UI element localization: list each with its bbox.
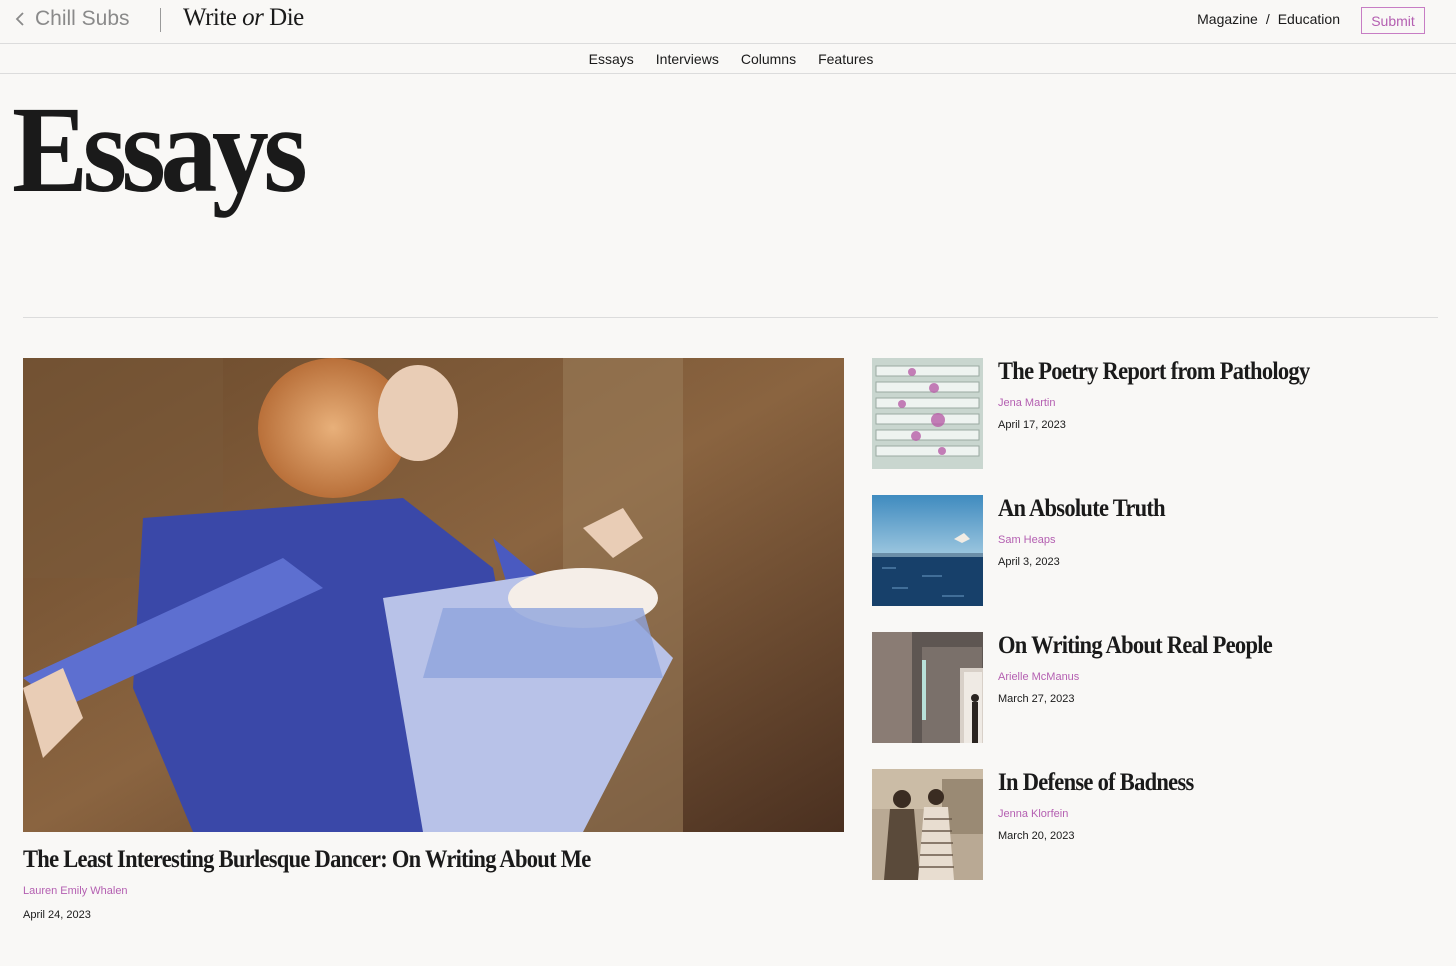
back-link[interactable]: Chill Subs xyxy=(14,5,130,33)
section-tab-columns[interactable]: Columns xyxy=(741,51,796,67)
article-title[interactable]: The Poetry Report from Pathology xyxy=(998,358,1310,386)
article-author[interactable]: Sam Heaps xyxy=(998,534,1184,546)
article-author[interactable]: Arielle McManus xyxy=(998,671,1302,683)
article-title[interactable]: An Absolute Truth xyxy=(998,495,1166,523)
nav-education[interactable]: Education xyxy=(1278,11,1340,27)
article-text: In Defense of Badness Jenna Klorfein Mar… xyxy=(998,769,1215,842)
article-text: On Writing About Real People Arielle McM… xyxy=(998,632,1302,705)
article-title[interactable]: In Defense of Badness xyxy=(998,769,1194,797)
article-author[interactable]: Jenna Klorfein xyxy=(998,808,1215,820)
featured-image[interactable] xyxy=(23,358,844,832)
list-item: On Writing About Real People Arielle McM… xyxy=(872,632,1432,743)
nav-separator: / xyxy=(1265,11,1270,27)
article-date: April 17, 2023 xyxy=(998,419,1066,431)
article-thumbnail[interactable] xyxy=(872,358,983,469)
nav-magazine[interactable]: Magazine xyxy=(1197,11,1258,27)
list-item: An Absolute Truth Sam Heaps April 3, 202… xyxy=(872,495,1432,606)
submit-button[interactable]: Submit xyxy=(1361,7,1425,34)
article-thumbnail[interactable] xyxy=(872,769,983,880)
page-title: Essays xyxy=(12,81,308,218)
header-divider xyxy=(160,8,161,32)
article-thumbnail[interactable] xyxy=(872,495,983,606)
featured-title[interactable]: The Least Interesting Burlesque Dancer: … xyxy=(23,845,762,875)
brand-part-3: Die xyxy=(269,4,304,31)
chevron-left-icon xyxy=(15,12,24,26)
article-title[interactable]: On Writing About Real People xyxy=(998,632,1273,660)
section-tab-features[interactable]: Features xyxy=(818,51,873,67)
article-date: March 27, 2023 xyxy=(998,693,1075,705)
featured-article: The Least Interesting Burlesque Dancer: … xyxy=(23,358,844,921)
article-thumbnail[interactable] xyxy=(872,632,983,743)
section-tab-interviews[interactable]: Interviews xyxy=(656,51,719,67)
article-text: The Poetry Report from Pathology Jena Ma… xyxy=(998,358,1344,431)
back-link-label: Chill Subs xyxy=(35,7,130,30)
article-author[interactable]: Jena Martin xyxy=(998,397,1344,409)
brand-part-2: or xyxy=(242,4,264,31)
top-nav: Magazine / Education xyxy=(1197,11,1340,27)
section-nav: Essays Interviews Columns Features xyxy=(0,44,1456,74)
top-bar: Chill Subs Write or Die Magazine / Educa… xyxy=(0,0,1456,44)
article-date: April 3, 2023 xyxy=(998,556,1060,568)
list-item: The Poetry Report from Pathology Jena Ma… xyxy=(872,358,1432,469)
featured-date: April 24, 2023 xyxy=(23,909,91,921)
featured-author[interactable]: Lauren Emily Whalen xyxy=(23,885,128,897)
brand-part-1: Write xyxy=(183,4,237,31)
list-item: In Defense of Badness Jenna Klorfein Mar… xyxy=(872,769,1432,880)
section-divider xyxy=(23,317,1438,318)
article-text: An Absolute Truth Sam Heaps April 3, 202… xyxy=(998,495,1184,568)
brand-logo[interactable]: Write or Die xyxy=(183,4,304,32)
section-tab-essays[interactable]: Essays xyxy=(589,51,634,67)
article-date: March 20, 2023 xyxy=(998,830,1075,842)
